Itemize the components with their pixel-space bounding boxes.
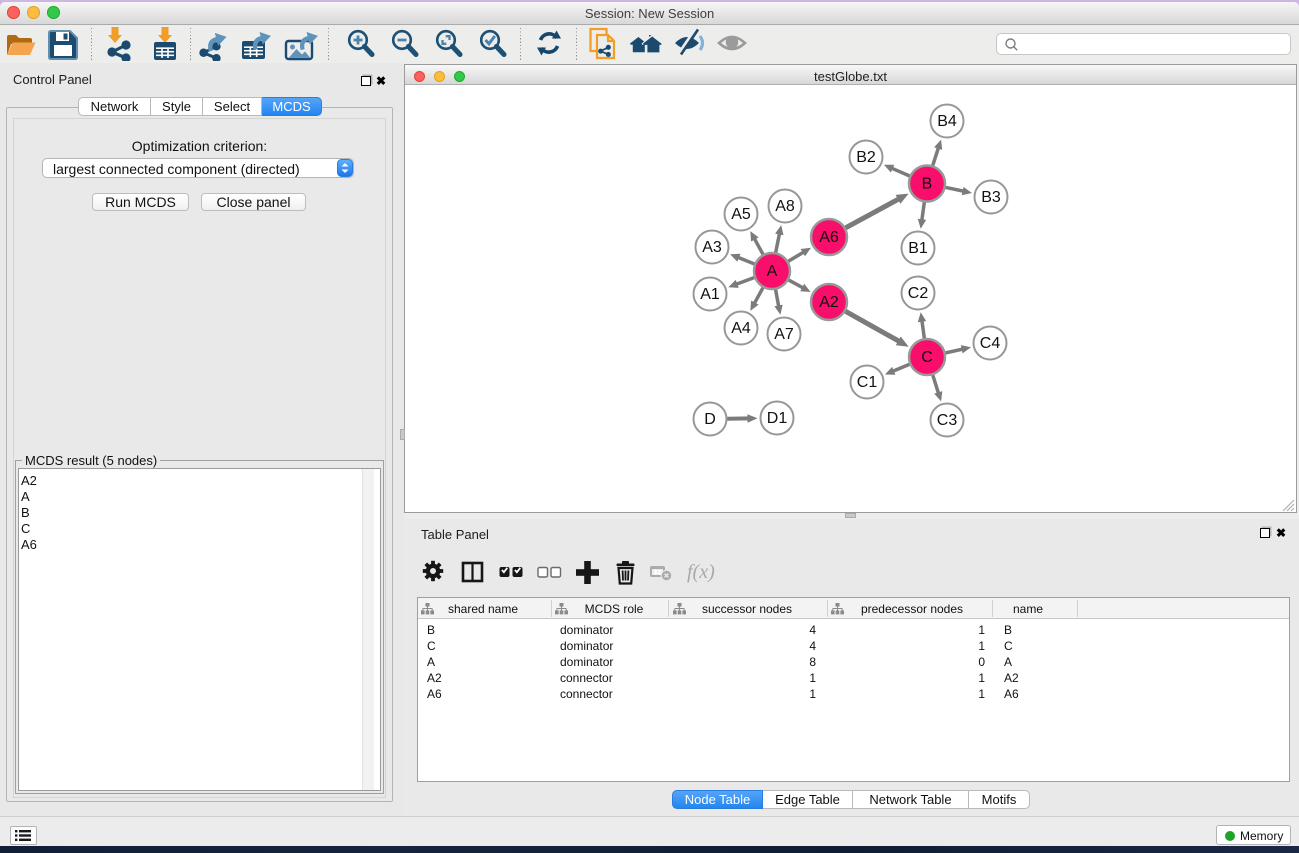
- svg-text:A8: A8: [775, 198, 795, 215]
- svg-text:A4: A4: [731, 320, 751, 337]
- svg-text:A5: A5: [731, 206, 751, 223]
- svg-text:A: A: [767, 263, 778, 280]
- svg-text:B1: B1: [908, 240, 928, 257]
- svg-text:A1: A1: [700, 286, 720, 303]
- svg-text:A3: A3: [702, 239, 722, 256]
- svg-text:D: D: [704, 411, 716, 428]
- svg-text:C2: C2: [908, 285, 929, 302]
- svg-text:C1: C1: [857, 374, 878, 391]
- svg-text:A6: A6: [819, 229, 839, 246]
- svg-text:D1: D1: [767, 410, 788, 427]
- svg-text:C3: C3: [937, 412, 958, 429]
- svg-text:B4: B4: [937, 113, 957, 130]
- svg-text:B: B: [922, 176, 933, 193]
- svg-text:B3: B3: [981, 189, 1001, 206]
- svg-text:A7: A7: [774, 326, 794, 343]
- svg-text:C4: C4: [980, 335, 1001, 352]
- svg-text:C: C: [921, 349, 933, 366]
- svg-text:B2: B2: [856, 149, 876, 166]
- svg-text:A2: A2: [819, 294, 839, 311]
